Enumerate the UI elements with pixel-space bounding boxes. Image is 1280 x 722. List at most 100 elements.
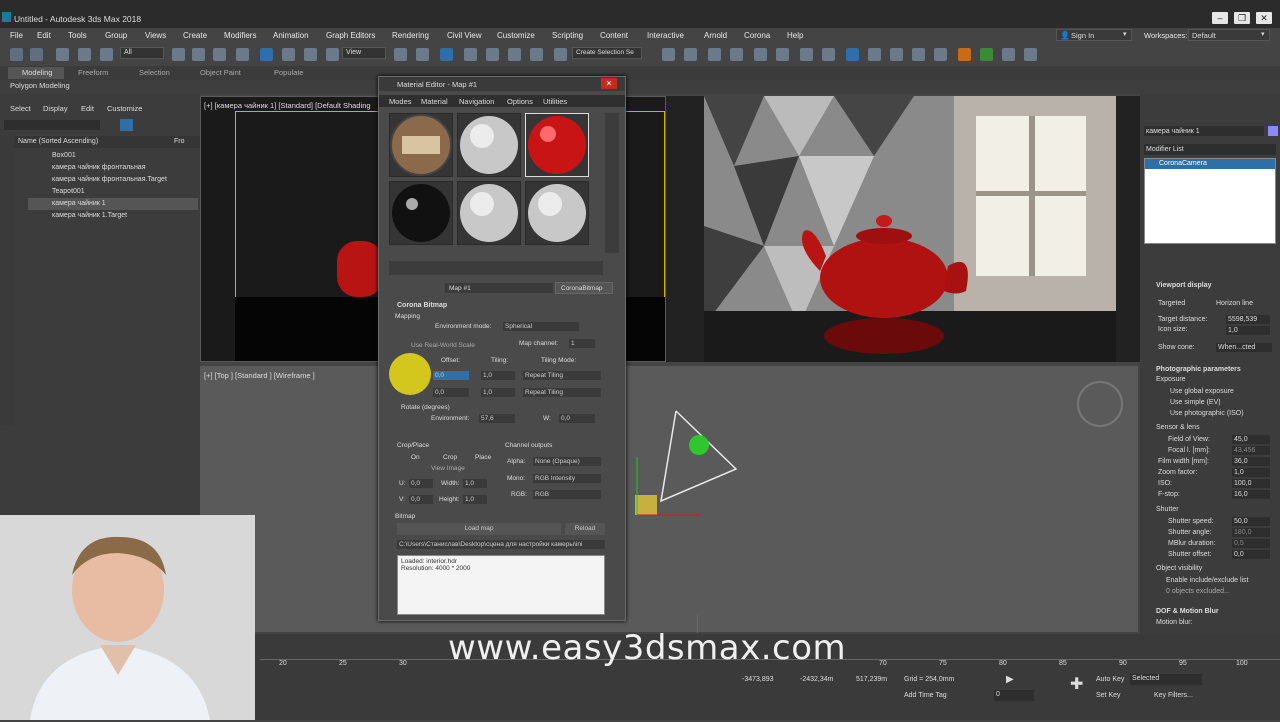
rollout-dof[interactable]: DOF & Motion Blur [1156, 608, 1219, 615]
menu-content[interactable]: Content [600, 31, 628, 40]
alpha-dropdown[interactable]: None (Opaque) [533, 457, 601, 466]
z-coord[interactable]: 517,239m [856, 676, 887, 683]
add-time-tag[interactable]: Add Time Tag [904, 692, 947, 699]
height-field[interactable]: 1,0 [463, 495, 487, 504]
show-cone-dropdown[interactable]: When...cted [1216, 343, 1272, 352]
add-icon[interactable]: ✚ [1070, 674, 1083, 694]
v-tiling-mode-dropdown[interactable]: Repeat Tiling [523, 388, 601, 397]
u-tiling-field[interactable]: 1,0 [481, 371, 515, 380]
tab-object-paint[interactable]: Object Paint [200, 68, 241, 77]
scene-item-selected[interactable]: камера чайник 1 [28, 198, 198, 210]
select-scale-icon[interactable] [304, 48, 317, 61]
explorer-menu-edit[interactable]: Edit [81, 104, 94, 113]
rollout-viewport-display[interactable]: Viewport display [1156, 282, 1212, 289]
sample-slot-white[interactable] [457, 181, 521, 245]
menu-graph-editors[interactable]: Graph Editors [326, 31, 375, 40]
scene-item[interactable]: Teapot001 [28, 186, 198, 198]
close-icon[interactable]: ✕ [601, 78, 617, 89]
fov-field[interactable]: 45,0 [1232, 435, 1270, 444]
window-crossing-icon[interactable] [236, 48, 249, 61]
angle-snap-icon[interactable] [486, 48, 499, 61]
object-color-swatch[interactable] [1268, 126, 1278, 136]
rollout-photographic[interactable]: Photographic parameters [1156, 366, 1241, 373]
menu-tools[interactable]: Tools [68, 31, 87, 40]
map-channel-field[interactable]: 1 [569, 339, 595, 348]
sample-slot-white[interactable] [457, 113, 521, 177]
mono-dropdown[interactable]: RGB Intensity [533, 474, 601, 483]
select-object-icon[interactable] [172, 48, 185, 61]
bind-space-warp-icon[interactable] [100, 48, 113, 61]
select-by-name-icon[interactable] [192, 48, 205, 61]
env-mode-dropdown[interactable]: Spherical [503, 322, 579, 331]
menu-corona[interactable]: Corona [744, 31, 770, 40]
undo-icon[interactable] [10, 48, 23, 61]
simple-ev-radio[interactable]: Use simple (EV) [1170, 399, 1221, 406]
a360-gallery-icon[interactable] [934, 48, 947, 61]
menu-arnold[interactable]: Arnold [704, 31, 727, 40]
include-exclude-checkbox[interactable]: Enable include/exclude list [1166, 577, 1249, 584]
curve-editor-icon[interactable] [776, 48, 789, 61]
named-selection-dropdown[interactable]: Create Selection Se [572, 47, 642, 59]
close-button[interactable]: ✕ [1256, 12, 1272, 24]
viewport-label[interactable]: [+] [камера чайник 1] [Standard] [Defaul… [204, 101, 371, 110]
environment-rotation-field[interactable]: 57,6 [479, 414, 515, 423]
u-crop-field[interactable]: 0,0 [409, 479, 433, 488]
selection-filter-dropdown[interactable]: All [120, 47, 164, 59]
me-menu-navigation[interactable]: Navigation [459, 97, 494, 106]
rgb-dropdown[interactable]: RGB [533, 490, 601, 499]
unlink-icon[interactable] [78, 48, 91, 61]
corona-framebuffer-icon[interactable] [958, 48, 971, 61]
modifier-list-dropdown[interactable]: Modifier List [1144, 144, 1276, 155]
w-rotation-field[interactable]: 0,0 [559, 414, 595, 423]
scene-item[interactable]: Box001 [28, 150, 198, 162]
icon-size-field[interactable]: 1,0 [1226, 326, 1270, 335]
menu-customize[interactable]: Customize [497, 31, 535, 40]
select-place-icon[interactable] [326, 48, 339, 61]
explorer-menu-select[interactable]: Select [10, 104, 31, 113]
menu-scripting[interactable]: Scripting [552, 31, 583, 40]
viewport-label[interactable]: [+] [Top ] [Standard ] [Wireframe ] [204, 371, 315, 380]
map-type-button[interactable]: CoronaBitmap [555, 282, 613, 294]
key-filters-button[interactable]: Key Filters... [1154, 692, 1193, 699]
x-coord[interactable]: -3473,893 [742, 676, 774, 683]
scene-item[interactable]: камера чайник фронтальная.Target [28, 174, 198, 186]
shutter-angle-field[interactable]: 180,0 [1232, 528, 1270, 537]
sample-slot-hdr[interactable] [389, 113, 453, 177]
schematic-view-icon[interactable] [800, 48, 813, 61]
corona-toolbar-icon[interactable] [1002, 48, 1015, 61]
spinner-snap-icon[interactable] [530, 48, 543, 61]
maximize-button[interactable]: ❐ [1234, 12, 1250, 24]
column-frozen[interactable]: Fro [174, 138, 185, 145]
menu-animation[interactable]: Animation [273, 31, 309, 40]
current-frame-field[interactable]: 0 [994, 690, 1034, 701]
keyboard-shortcut-override-icon[interactable] [440, 48, 453, 61]
horizon-line-checkbox[interactable]: Horizon line [1216, 300, 1253, 307]
sample-slot-white[interactable] [525, 181, 589, 245]
render-production-icon[interactable] [890, 48, 903, 61]
iso-field[interactable]: 100,0 [1232, 479, 1270, 488]
scene-item[interactable]: камера чайник 1.Target [28, 210, 198, 222]
me-menu-material[interactable]: Material [421, 97, 448, 106]
menu-create[interactable]: Create [183, 31, 207, 40]
play-icon[interactable]: ▶ [1006, 674, 1014, 685]
tab-selection[interactable]: Selection [139, 68, 170, 77]
material-editor-icon[interactable] [822, 48, 835, 61]
rollout-corona-bitmap[interactable]: Corona Bitmap [397, 302, 447, 309]
u-tiling-mode-dropdown[interactable]: Repeat Tiling [523, 371, 601, 380]
menu-help[interactable]: Help [787, 31, 803, 40]
map-name-field[interactable]: Map #1 [445, 283, 553, 293]
object-name-field[interactable]: камера чайник 1 [1144, 126, 1264, 136]
me-menu-modes[interactable]: Modes [389, 97, 412, 106]
sample-slot-black[interactable] [389, 181, 453, 245]
render-setup-icon[interactable] [846, 48, 859, 61]
menu-group[interactable]: Group [105, 31, 127, 40]
crop-on-checkbox[interactable]: On [411, 454, 420, 461]
v-offset-field[interactable]: 0,0 [433, 388, 469, 397]
rectangular-selection-icon[interactable] [213, 48, 226, 61]
scene-item[interactable]: камера чайник фронтальная [28, 162, 198, 174]
width-field[interactable]: 1,0 [463, 479, 487, 488]
load-map-button[interactable]: Load map [397, 523, 561, 535]
redo-icon[interactable] [30, 48, 43, 61]
zoom-factor-field[interactable]: 1,0 [1232, 468, 1270, 477]
top-viewport[interactable]: [+] [Top ] [Standard ] [Wireframe ] [200, 366, 1138, 633]
